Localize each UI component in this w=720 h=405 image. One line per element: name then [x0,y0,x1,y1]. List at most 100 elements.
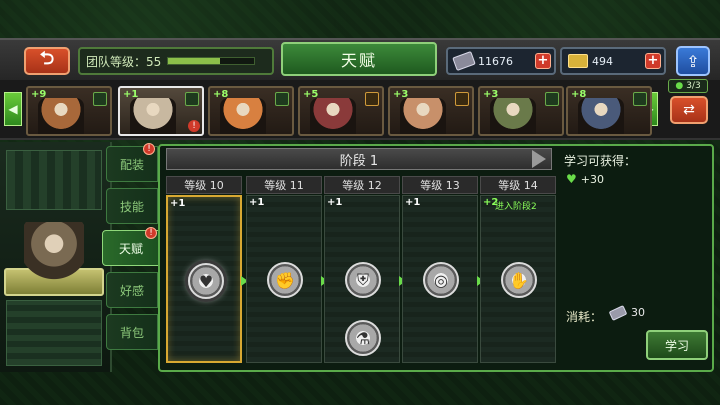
talent-point-tag: +1 [327,197,343,208]
hero-class-icon [275,92,289,106]
level-label: 等级 10 [184,179,224,192]
level-column-header: 等级 14 [480,176,556,194]
hero-card[interactable]: +3 [388,86,474,136]
flask-icon[interactable]: ⚗ [345,320,381,356]
cost-value: 30 [631,306,645,319]
talent-column[interactable]: +1 ◎ [402,195,478,363]
hero-portrait-large [24,222,84,284]
side-tab-label: 好感 [119,283,144,298]
hero-portrait [220,98,266,134]
add-gold-button[interactable]: + [645,53,661,69]
side-tab[interactable]: 天赋! [102,227,160,266]
tab-alert-badge: ! [143,143,155,155]
share-icon: ⇪ [686,51,700,71]
talent-column[interactable]: +1 ⛨ ⚗ [324,195,400,363]
ticket-icon [608,304,628,321]
fist-icon[interactable]: ✊ [267,262,303,298]
team-level-label: 团队等级：55 [86,54,162,69]
talent-point-tag: +1 [405,197,421,208]
ticket-currency: 11676 + [446,47,556,75]
team-level-fill [168,58,220,64]
side-tab-label: 配装 [119,157,144,172]
cost: 30 [608,304,645,321]
level-label: 等级 13 [420,179,460,192]
stage-unlock-note: 进入阶段2 [495,202,537,212]
side-tab-label: 天赋 [118,241,143,256]
ticket-icon [452,51,476,71]
hero-class-icon [93,92,107,106]
hero-card[interactable]: +5 [298,86,384,136]
team-level-bar [167,57,256,65]
cost-label: 消耗： [566,310,603,324]
hero-card[interactable]: +8 [566,86,652,136]
machine-top [6,150,102,210]
side-tab[interactable]: 配装! [106,143,158,182]
hero-class-icon [545,92,559,106]
hero-prev-button[interactable]: ◀ [4,92,22,126]
talent-point-tag: +1 [249,197,265,208]
hero-card[interactable]: +3 [478,86,564,136]
share-button[interactable]: ⇪ [676,46,710,76]
learn-button[interactable]: 学习 [646,330,708,360]
hero-count-value: 3/3 [686,81,701,91]
page-title: 天赋 [281,42,437,76]
hand-icon[interactable]: ✋ [501,262,537,298]
talent-column[interactable]: +1 ✊ [246,195,322,363]
learn-button-label: 学习 [664,338,689,353]
page-title-text: 天赋 [340,51,377,70]
learn-reward: ♥ +30 [566,172,604,186]
chevron-left-icon: ◀ [8,102,18,116]
target-icon[interactable]: ◎ [423,262,459,298]
hero-card[interactable]: +8 [208,86,294,136]
team-level-display: 团队等级：55 [78,47,274,75]
stage-title: 阶段 1 [339,153,379,169]
swap-hero-button[interactable]: ⇄ [670,96,708,124]
level-column-header: 等级 12 [324,176,400,194]
gold-icon [568,54,588,68]
side-tab-label: 背包 [119,325,144,340]
side-tab[interactable]: 技能 [106,188,158,224]
learn-reward-value: +30 [580,172,604,186]
hero-alert-badge: ! [188,120,200,132]
add-ticket-button[interactable]: + [535,53,551,69]
swap-icon: ⇄ [683,102,695,118]
hero-portrait [578,98,624,134]
side-tab-label: 技能 [119,199,144,214]
stage-next-button[interactable] [532,150,546,168]
level-label: 等级 14 [498,179,538,192]
level-label: 等级 11 [264,179,304,192]
learn-reward-title: 学习可获得： [564,154,637,168]
hero-class-icon [365,92,379,106]
talent-column[interactable]: +1 ♥ [166,195,242,363]
machine-bottom [6,300,102,366]
heart-icon: ♥ [566,172,577,186]
level-label: 等级 12 [342,179,382,192]
talent-column[interactable]: +2 进入阶段2 ✋ [480,195,556,363]
hero-portrait [400,98,446,134]
side-tab[interactable]: 背包 [106,314,158,350]
hero-class-icon [455,92,469,106]
hero-card[interactable]: +1! [118,86,204,136]
level-column-header: 等级 13 [402,176,478,194]
back-button[interactable]: ⮌ [24,47,70,75]
hero-portrait [130,98,176,134]
ticket-value: 11676 [478,54,513,68]
stage-bar: 阶段 1 [166,148,552,170]
side-tab[interactable]: 好感 [106,272,158,308]
tab-alert-badge: ! [145,227,157,239]
hero-class-icon [185,92,199,106]
level-column-header: 等级 10 [166,176,242,194]
person-icon: ● [675,81,684,91]
level-column-header: 等级 11 [246,176,322,194]
hero-portrait [38,98,84,134]
shield-icon[interactable]: ⛨ [345,262,381,298]
hero-portrait [310,98,356,134]
gold-value: 494 [592,54,613,68]
hero-portrait [490,98,536,134]
heart-icon[interactable]: ♥ [188,263,224,299]
hero-class-icon [633,92,647,106]
back-arrow-icon: ⮌ [39,48,55,69]
gold-currency: 494 + [560,47,666,75]
hero-card[interactable]: +9 [26,86,112,136]
talent-point-tag: +1 [170,198,186,209]
